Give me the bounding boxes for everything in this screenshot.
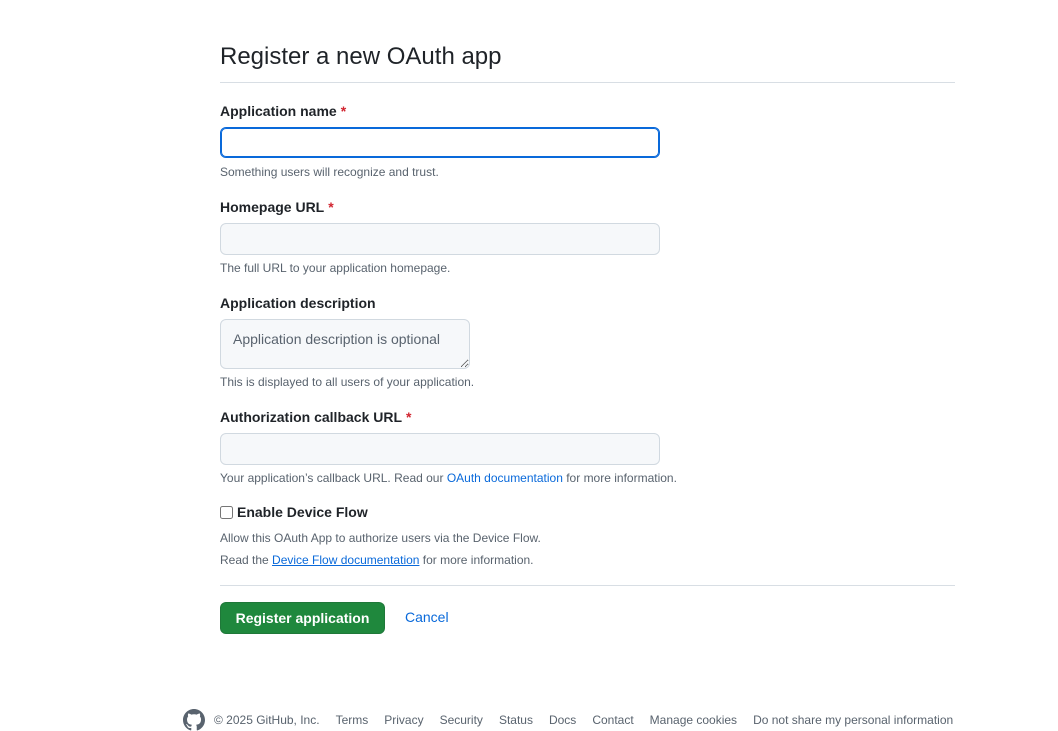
callback-url-input[interactable] (220, 433, 660, 465)
footer-link-docs[interactable]: Docs (549, 713, 576, 727)
footer-link-status[interactable]: Status (499, 713, 533, 727)
homepage-url-input[interactable] (220, 223, 660, 255)
description-textarea[interactable] (220, 319, 470, 369)
footer-link-security[interactable]: Security (440, 713, 483, 727)
page-title: Register a new OAuth app (220, 43, 502, 70)
callback-note-prefix: Your application’s callback URL. Read ou… (220, 471, 447, 485)
app-name-label-text: Application name (220, 103, 337, 119)
device-flow-label: Enable Device Flow (237, 504, 368, 520)
description-note: This is displayed to all users of your a… (220, 375, 475, 389)
homepage-url-note: The full URL to your application homepag… (220, 261, 451, 275)
device-flow-option[interactable]: Enable Device Flow (220, 504, 368, 520)
footer-link-manage-cookies[interactable]: Manage cookies (650, 713, 737, 727)
site-footer: © 2025 GitHub, Inc. Terms Privacy Securi… (183, 709, 969, 731)
oauth-documentation-link[interactable]: OAuth documentation (447, 471, 563, 485)
device-flow-documentation-link[interactable]: Device Flow documentation (272, 553, 419, 567)
callback-url-note: Your application’s callback URL. Read ou… (220, 471, 677, 485)
footer-link-terms[interactable]: Terms (336, 713, 369, 727)
required-marker: * (328, 199, 334, 215)
device-flow-note-suffix: for more information. (419, 553, 534, 567)
device-flow-doc-note: Read the Device Flow documentation for m… (220, 553, 534, 567)
app-name-label: Application name * (220, 103, 346, 119)
device-flow-checkbox[interactable] (220, 505, 233, 519)
footer-link-privacy[interactable]: Privacy (384, 713, 423, 727)
register-application-button[interactable]: Register application (220, 602, 385, 634)
callback-url-label-text: Authorization callback URL (220, 409, 403, 425)
footer-link-contact[interactable]: Contact (592, 713, 633, 727)
github-logo-icon[interactable] (183, 709, 205, 731)
description-label: Application description (220, 295, 376, 311)
app-name-input[interactable] (220, 127, 660, 158)
footer-link-do-not-share[interactable]: Do not share my personal information (753, 713, 953, 727)
title-divider (220, 82, 955, 83)
required-marker: * (340, 103, 347, 119)
description-label-text: Application description (220, 295, 376, 311)
device-flow-note: Allow this OAuth App to authorize users … (220, 531, 541, 545)
homepage-url-label: Homepage URL * (220, 199, 334, 215)
copyright-text: © 2025 GitHub, Inc. (214, 713, 320, 727)
cancel-link[interactable]: Cancel (405, 609, 449, 625)
callback-url-label: Authorization callback URL * (220, 409, 411, 425)
homepage-url-label-text: Homepage URL (220, 199, 325, 215)
required-marker: * (406, 409, 412, 425)
actions-divider (220, 585, 955, 586)
callback-note-suffix: for more information. (562, 471, 677, 485)
device-flow-note-prefix: Read the (220, 553, 273, 567)
app-name-note: Something users will recognize and trust… (220, 165, 439, 179)
